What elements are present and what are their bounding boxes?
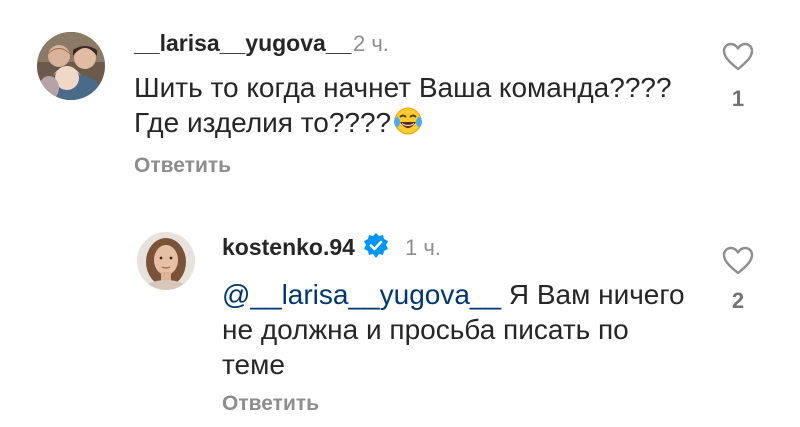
mention-link[interactable]: @__larisa__yugova__	[222, 279, 501, 310]
comment-text-line: теме	[222, 349, 285, 380]
avatar-photo	[37, 32, 105, 100]
comment-text-line: Где изделия то????	[134, 105, 672, 144]
verified-badge-icon	[362, 232, 390, 265]
like-count: 2	[731, 288, 745, 313]
comment-text-line: Шить то когда начнет Ваша команда????	[134, 72, 672, 103]
avatar-photo	[137, 232, 195, 290]
comment-text-line: @__larisa__yugova__ Я Вам ничего	[222, 277, 685, 312]
comment-text: Шить то когда начнет Ваша команда???? Гд…	[134, 70, 672, 144]
comment-text: @__larisa__yugova__ Я Вам ничего не долж…	[222, 277, 685, 382]
comment-username[interactable]: kostenko.94	[222, 234, 355, 261]
comment-text-segment: Где изделия то????	[134, 107, 392, 138]
reply-button[interactable]: Ответить	[222, 392, 319, 416]
comment-username[interactable]: __larisa__yugova__	[134, 30, 351, 57]
comment-time: 2 ч.	[353, 31, 389, 56]
heart-icon	[722, 246, 754, 275]
comment-text-line: не должна и просьба писать по	[222, 314, 629, 345]
like-button[interactable]	[722, 246, 754, 281]
heart-icon	[722, 42, 754, 71]
comment-time: 1 ч.	[405, 235, 441, 260]
comment-text-segment: Я Вам ничего	[501, 279, 685, 310]
like-button[interactable]	[722, 42, 754, 77]
avatar[interactable]	[137, 232, 195, 290]
reply-button[interactable]: Ответить	[134, 154, 231, 178]
like-count: 1	[731, 86, 745, 111]
avatar[interactable]	[37, 32, 105, 100]
laughing-tears-emoji-icon	[393, 106, 423, 144]
